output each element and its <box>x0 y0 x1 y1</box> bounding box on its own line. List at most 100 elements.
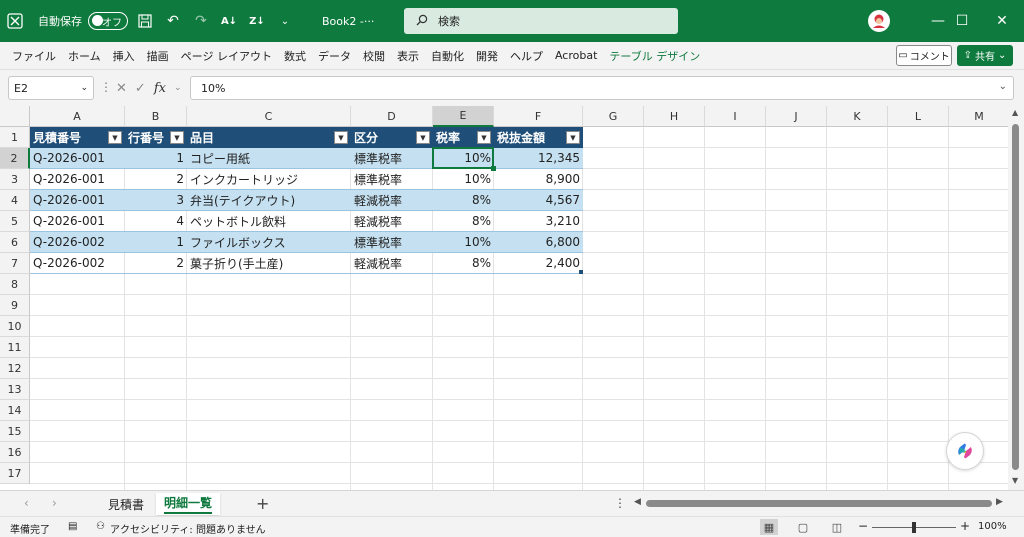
tab-table-design[interactable]: テーブル デザイン <box>603 48 706 64</box>
row-header-14[interactable]: 14 <box>0 400 30 421</box>
filter-dropdown-icon[interactable]: ▼ <box>566 131 580 144</box>
table-cell[interactable]: 10% <box>433 232 494 253</box>
scroll-left-icon[interactable]: ◀ <box>634 497 641 507</box>
enter-icon[interactable]: ✓ <box>135 81 146 96</box>
sheet-tab-estimate[interactable]: 見積書 <box>98 493 154 515</box>
vertical-scrollbar[interactable]: ▲ ▼ <box>1008 106 1024 490</box>
more-options-icon[interactable]: ⋮ <box>614 496 626 510</box>
table-cell[interactable]: 8% <box>433 211 494 232</box>
scroll-down-icon[interactable]: ▼ <box>1012 476 1018 485</box>
tab-page-layout[interactable]: ページ レイアウト <box>175 48 278 64</box>
select-all-corner[interactable] <box>0 106 30 127</box>
copilot-button[interactable] <box>946 432 984 470</box>
column-header-a[interactable]: A <box>30 106 125 127</box>
row-header-3[interactable]: 3 <box>0 169 30 190</box>
tab-developer[interactable]: 開発 <box>470 48 504 64</box>
table-cell[interactable]: 4 <box>125 211 187 232</box>
filter-dropdown-icon[interactable]: ▼ <box>477 131 491 144</box>
table-cell[interactable]: 標準税率 <box>351 148 433 169</box>
table-header-cell[interactable]: 行番号 ▼ <box>125 127 187 148</box>
zoom-slider-knob[interactable] <box>912 522 916 533</box>
table-resize-handle[interactable] <box>579 270 583 274</box>
close-button[interactable]: ✕ <box>980 0 1024 42</box>
table-cell[interactable]: 4,567 <box>494 190 583 211</box>
normal-view-button[interactable]: ▦ <box>760 519 778 535</box>
table-cell[interactable]: 1 <box>125 232 187 253</box>
redo-icon[interactable]: ↷ <box>190 10 212 32</box>
table-cell[interactable]: 軽減税率 <box>351 253 433 274</box>
next-sheet-icon[interactable]: › <box>52 496 57 510</box>
more-options-icon[interactable]: ⋮ <box>100 80 112 94</box>
avatar[interactable] <box>868 10 890 32</box>
row-header-7[interactable]: 7 <box>0 253 30 274</box>
tab-acrobat[interactable]: Acrobat <box>549 49 603 62</box>
tab-help[interactable]: ヘルプ <box>504 48 549 64</box>
column-header-g[interactable]: G <box>583 106 644 127</box>
table-cell[interactable]: Q-2026-001 <box>30 148 125 169</box>
row-header-10[interactable]: 10 <box>0 316 30 337</box>
row-header-17[interactable]: 17 <box>0 463 30 484</box>
table-cell[interactable]: 8% <box>433 190 494 211</box>
row-header-11[interactable]: 11 <box>0 337 30 358</box>
tab-data[interactable]: データ <box>312 48 357 64</box>
customize-toolbar-icon[interactable]: ⌄ <box>274 10 296 32</box>
table-header-cell[interactable]: 区分 ▼ <box>351 127 433 148</box>
autosave-toggle[interactable]: オフ <box>88 12 128 30</box>
column-header-c[interactable]: C <box>187 106 351 127</box>
table-header-cell[interactable]: 品目 ▼ <box>187 127 351 148</box>
search-box[interactable]: 検索 <box>404 8 678 34</box>
filter-dropdown-icon[interactable]: ▼ <box>334 131 348 144</box>
table-cell[interactable]: 10% <box>433 169 494 190</box>
row-header-6[interactable]: 6 <box>0 232 30 253</box>
row-header-8[interactable]: 8 <box>0 274 30 295</box>
add-sheet-button[interactable]: + <box>256 494 269 513</box>
comments-button[interactable]: ▭ コメント <box>896 45 952 66</box>
table-cell[interactable]: 3 <box>125 190 187 211</box>
row-header-12[interactable]: 12 <box>0 358 30 379</box>
filter-dropdown-icon[interactable]: ▼ <box>108 131 122 144</box>
table-cell[interactable]: 菓子折り(手土産) <box>187 253 351 274</box>
macro-recording-icon[interactable]: ▤ <box>68 521 77 532</box>
column-header-f[interactable]: F <box>494 106 583 127</box>
zoom-level[interactable]: 100% <box>978 521 1007 532</box>
table-cell[interactable]: 2 <box>125 169 187 190</box>
sort-ascending-icon[interactable]: A↓ <box>218 10 240 32</box>
table-cell[interactable]: 2,400 <box>494 253 583 274</box>
cancel-icon[interactable]: ✕ <box>116 81 127 96</box>
expand-formula-icon[interactable]: ⌄ <box>999 81 1007 92</box>
scroll-up-icon[interactable]: ▲ <box>1012 108 1018 117</box>
tab-draw[interactable]: 描画 <box>141 48 175 64</box>
table-cell[interactable]: Q-2026-001 <box>30 169 125 190</box>
table-cell[interactable]: 3,210 <box>494 211 583 232</box>
column-header-b[interactable]: B <box>125 106 187 127</box>
sort-descending-icon[interactable]: Z↓ <box>246 10 268 32</box>
prev-sheet-icon[interactable]: ‹ <box>24 496 29 510</box>
table-header-cell[interactable]: 税率 ▼ <box>433 127 494 148</box>
table-cell[interactable]: 8% <box>433 253 494 274</box>
row-header-13[interactable]: 13 <box>0 379 30 400</box>
sheet-tab-details[interactable]: 明細一覧 <box>156 493 220 515</box>
column-header-h[interactable]: H <box>644 106 705 127</box>
column-header-l[interactable]: L <box>888 106 949 127</box>
table-header-cell[interactable]: 見積番号 ▼ <box>30 127 125 148</box>
page-break-view-button[interactable]: ◫ <box>828 519 846 535</box>
tab-review[interactable]: 校閲 <box>357 48 391 64</box>
worksheet-grid[interactable]: A B C D E F G H I J K L M 1 2 3 4 5 6 7 8 9 10 11 12 13 14 15 16 17 見積… <box>0 106 1008 490</box>
scroll-right-icon[interactable]: ▶ <box>996 497 1003 507</box>
table-cell[interactable]: 軽減税率 <box>351 190 433 211</box>
fill-handle[interactable] <box>491 166 496 171</box>
horizontal-scrollbar[interactable]: ◀ ▶ <box>634 497 1004 511</box>
column-header-i[interactable]: I <box>705 106 766 127</box>
column-header-m[interactable]: M <box>949 106 1008 127</box>
save-icon[interactable] <box>134 10 156 32</box>
tab-view[interactable]: 表示 <box>391 48 425 64</box>
table-cell[interactable]: 10% <box>433 148 494 169</box>
table-cell[interactable]: 2 <box>125 253 187 274</box>
table-cell[interactable]: 標準税率 <box>351 169 433 190</box>
table-cell[interactable]: インクカートリッジ <box>187 169 351 190</box>
table-cell[interactable]: 弁当(テイクアウト) <box>187 190 351 211</box>
insert-function-button[interactable]: fx <box>154 81 166 96</box>
table-cell[interactable]: 12,345 <box>494 148 583 169</box>
table-header-cell[interactable]: 税抜金額 ▼ <box>494 127 583 148</box>
tab-formulas[interactable]: 数式 <box>278 48 312 64</box>
